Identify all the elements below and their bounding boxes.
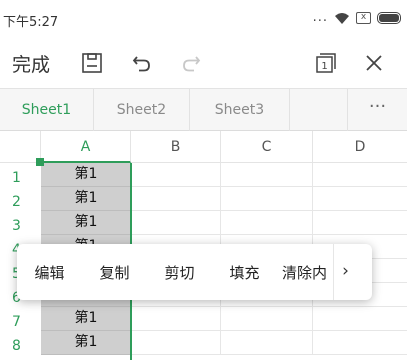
cell-a2[interactable]: 第1 [41,187,131,211]
cell-d7[interactable] [313,307,407,331]
column-header-a[interactable]: A [41,131,131,163]
toolbar: 完成 1 [0,38,407,88]
sheet-switch-icon[interactable]: 1 [311,48,341,78]
done-button[interactable]: 完成 [12,50,50,77]
cell-d2[interactable] [313,187,407,211]
status-bar: 下午5:27 ... x [0,0,407,38]
sheet-tabs: Sheet1 Sheet2 Sheet3 ··· [0,88,407,131]
cell-c1[interactable] [221,163,313,187]
status-icons: ... x [313,10,401,25]
close-icon[interactable] [359,48,389,78]
cell-c2[interactable] [221,187,313,211]
row-number[interactable]: 1 [0,166,41,190]
menu-item-cut[interactable]: 剪切 [147,262,212,283]
redo-icon[interactable] [176,48,206,78]
battery-icon [377,11,401,24]
menu-item-copy[interactable]: 复制 [82,262,147,283]
cell-d1[interactable] [313,163,407,187]
menu-item-fill[interactable]: 填充 [212,262,277,283]
context-menu: 编辑 复制 剪切 填充 清除内 › [17,244,372,300]
grid-corner[interactable] [0,131,41,163]
row-number[interactable]: 8 [0,334,41,358]
cell-c7[interactable] [221,307,313,331]
cell-c8[interactable] [221,331,313,355]
tab-sheet1[interactable]: Sheet1 [0,89,94,131]
cell-d8[interactable] [313,331,407,355]
menu-item-clear[interactable]: 清除内 [277,262,333,283]
cell-a8[interactable]: 第1 [41,331,131,355]
cell-c3[interactable] [221,211,313,235]
tab-sheet2[interactable]: Sheet2 [94,89,190,131]
cell-b2[interactable] [131,187,221,211]
row-number[interactable]: 7 [0,310,41,334]
row-number[interactable]: 2 [0,190,41,214]
menu-item-edit[interactable]: 编辑 [17,262,82,283]
status-time: 下午5:27 [3,15,59,30]
cell-d3[interactable] [313,211,407,235]
cell-a1[interactable]: 第1 [41,163,131,187]
selection-handle[interactable] [36,158,44,166]
sheet-switch-badge: 1 [321,61,327,72]
sim-icon: x [356,11,371,24]
cell-a3[interactable]: 第1 [41,211,131,235]
cell-a7[interactable]: 第1 [41,307,131,331]
cell-b8[interactable] [131,331,221,355]
column-header-d[interactable]: D [313,131,407,163]
column-header-b[interactable]: B [131,131,221,163]
save-icon[interactable] [77,48,107,78]
more-tabs-icon[interactable]: ··· [347,89,407,131]
cell-b1[interactable] [131,163,221,187]
wifi-icon [335,12,349,24]
signal-dots-icon: ... [312,10,328,25]
chevron-right-icon[interactable]: › [333,244,357,300]
column-header-c[interactable]: C [221,131,313,163]
undo-icon[interactable] [127,48,157,78]
cell-b7[interactable] [131,307,221,331]
cell-b3[interactable] [131,211,221,235]
tab-sheet3[interactable]: Sheet3 [190,89,290,131]
row-number[interactable]: 3 [0,214,41,238]
